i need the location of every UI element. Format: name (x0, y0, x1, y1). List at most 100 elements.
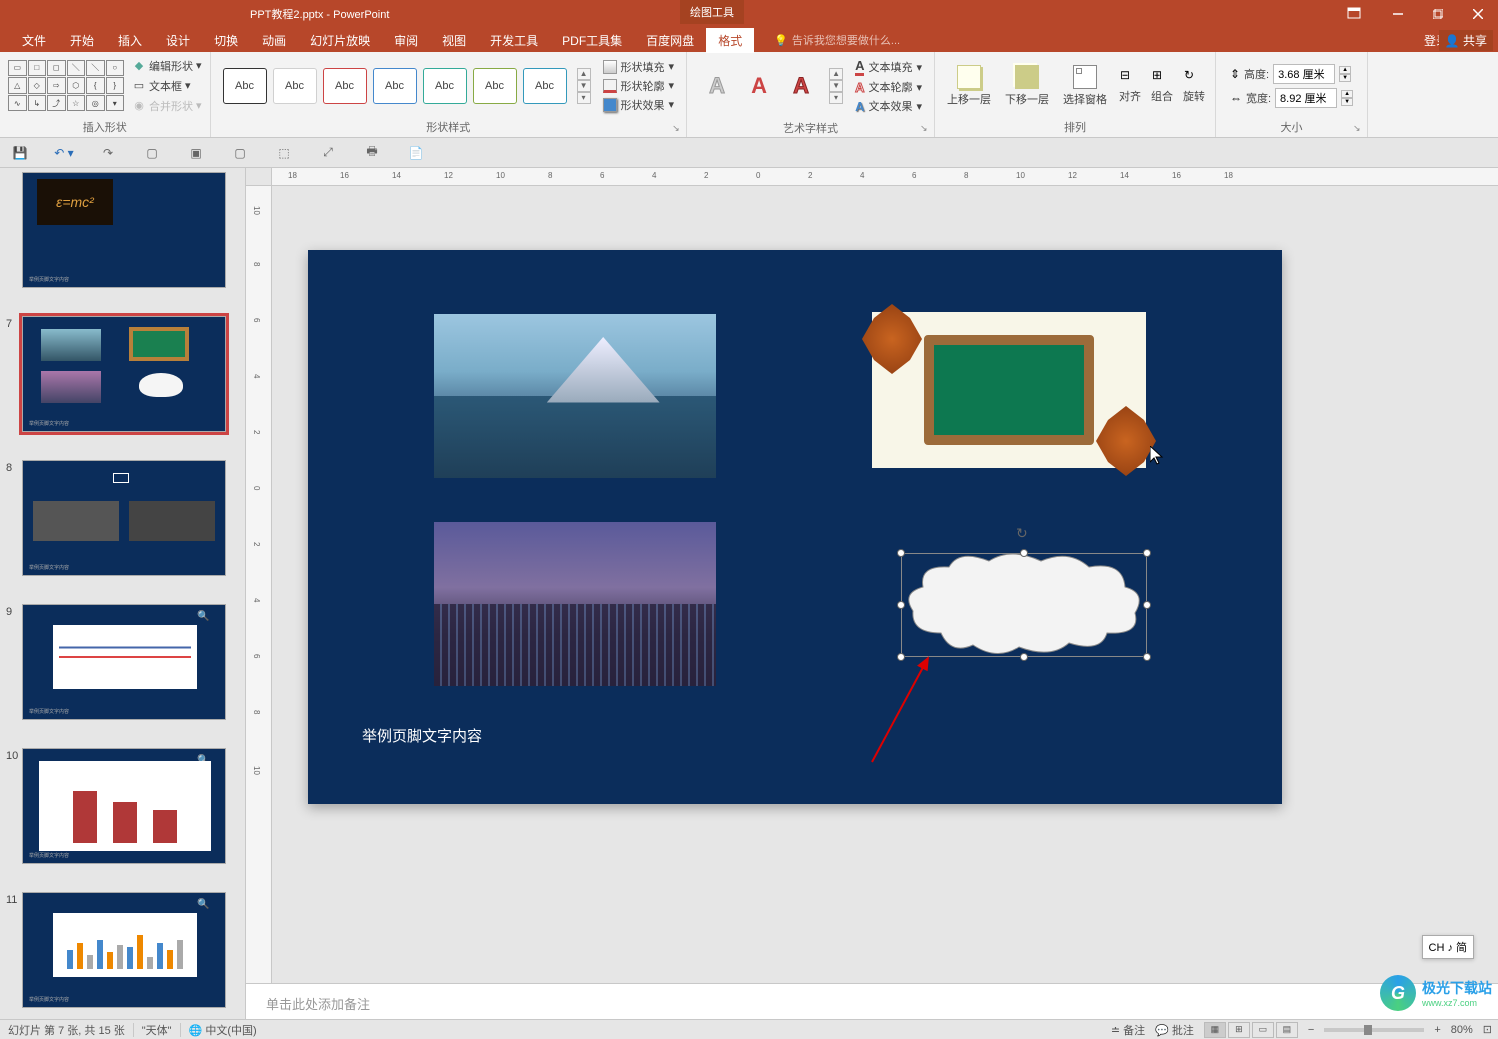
tab-format[interactable]: 格式 (706, 28, 754, 53)
tab-insert[interactable]: 插入 (106, 28, 154, 53)
text-box-button[interactable]: ▭文本框 ▾ (130, 77, 204, 95)
close-button[interactable] (1458, 0, 1498, 28)
shape-line2-icon[interactable]: ＼ (86, 60, 105, 77)
thumbnail-slide-10[interactable]: 10 🔍 举例页脚文字内容 (0, 744, 245, 888)
shape-rect-icon[interactable]: □ (28, 60, 47, 77)
tab-baidu[interactable]: 百度网盘 (634, 28, 706, 53)
slide-thumbnail-panel[interactable]: ε=mc² 举例页脚文字内容 7 举例页脚文字内容 8 举例页脚文字内容 9 🔍… (0, 168, 246, 1019)
bring-forward-button[interactable]: 上移一层 (941, 61, 997, 111)
ruler-horizontal[interactable]: 18161412108642024681012141618 (246, 168, 1498, 186)
thumbnail-slide-7[interactable]: 7 举例页脚文字内容 (0, 312, 245, 456)
ruler-vertical[interactable]: 1086420246810 (246, 186, 272, 983)
shape-brace2-icon[interactable]: } (106, 77, 125, 94)
selected-cloud-shape[interactable]: ↻ (901, 553, 1147, 657)
wordart-swatch-2[interactable]: A (741, 68, 777, 104)
shape-hex-icon[interactable]: ⬡ (67, 77, 86, 94)
tab-home[interactable]: 开始 (58, 28, 106, 53)
style-swatch-2[interactable]: Abc (273, 68, 317, 104)
qat-btn-5[interactable]: ▣ (186, 143, 206, 163)
resize-handle-nw[interactable] (897, 549, 905, 557)
qat-btn-8[interactable]: ⤢ (318, 143, 338, 163)
slide-workspace[interactable]: ↻ (272, 186, 1498, 983)
edit-shape-button[interactable]: ◆编辑形状 ▾ (130, 57, 204, 75)
restore-button[interactable] (1418, 0, 1458, 28)
qat-btn-6[interactable]: ▢ (230, 143, 250, 163)
rotate-button[interactable]: ↻旋转 (1179, 64, 1209, 108)
thumbnail-slide-8[interactable]: 8 举例页脚文字内容 (0, 456, 245, 600)
style-swatch-6[interactable]: Abc (473, 68, 517, 104)
share-button[interactable]: 👤 共享 (1439, 30, 1493, 51)
wordart-gallery[interactable]: A A A ▲▼▾ (693, 60, 849, 112)
thumbnail-slide-9[interactable]: 9 🔍 举例页脚文字内容 (0, 600, 245, 744)
tab-file[interactable]: 文件 (10, 28, 58, 53)
ime-badge[interactable]: CH ♪ 简 (1422, 935, 1475, 959)
shape-arrow-icon[interactable]: ⇨ (47, 77, 66, 94)
tab-developer[interactable]: 开发工具 (478, 28, 550, 53)
qat-redo-button[interactable]: ↷ (98, 143, 118, 163)
width-input[interactable]: 8.92 厘米 (1275, 88, 1337, 108)
zoom-out-button[interactable]: − (1308, 1024, 1314, 1036)
tab-pdf-tools[interactable]: PDF工具集 (550, 28, 634, 53)
shape-more-icon[interactable]: ▾ (106, 95, 125, 112)
height-input[interactable]: 3.68 厘米 (1273, 64, 1335, 84)
view-reading-button[interactable]: ▭ (1252, 1022, 1274, 1038)
view-sorter-button[interactable]: ⊞ (1228, 1022, 1250, 1038)
shape-effects-button[interactable]: 形状效果 ▾ (603, 97, 675, 113)
shape-outline-button[interactable]: 形状轮廓 ▾ (603, 78, 675, 94)
resize-handle-n[interactable] (1020, 549, 1028, 557)
image-chalkboard[interactable] (872, 312, 1146, 468)
image-cityscape[interactable] (434, 522, 716, 686)
tab-transitions[interactable]: 切换 (202, 28, 250, 53)
resize-handle-s[interactable] (1020, 653, 1028, 661)
image-mountain[interactable] (434, 314, 716, 478)
ribbon-display-options-button[interactable] (1340, 0, 1368, 28)
slide-footer-text[interactable]: 举例页脚文字内容 (362, 725, 482, 746)
tell-me-search[interactable]: 告诉我您想要做什么... (774, 32, 900, 48)
tab-animations[interactable]: 动画 (250, 28, 298, 53)
resize-handle-se[interactable] (1143, 653, 1151, 661)
align-button[interactable]: ⊟对齐 (1115, 64, 1145, 108)
view-normal-button[interactable]: ▦ (1204, 1022, 1226, 1038)
shape-textbox-icon[interactable]: ▭ (8, 60, 27, 77)
view-slideshow-button[interactable]: ▤ (1276, 1022, 1298, 1038)
qat-undo-button[interactable]: ↶ ▾ (54, 143, 74, 163)
status-language[interactable]: 🌐 中文(中国) (189, 1022, 257, 1038)
resize-handle-w[interactable] (897, 601, 905, 609)
height-spinner[interactable]: ▲▼ (1339, 66, 1351, 82)
shape-styles-dialog-launcher[interactable]: ↘ (672, 123, 684, 135)
shape-star-icon[interactable]: ☆ (67, 95, 86, 112)
zoom-slider[interactable] (1324, 1028, 1424, 1032)
qat-btn-9[interactable]: 🖶 (362, 143, 382, 163)
status-slide-info[interactable]: 幻灯片 第 7 张, 共 15 张 (8, 1022, 125, 1038)
group-button[interactable]: ⊞组合 (1147, 64, 1177, 108)
rotation-handle[interactable]: ↻ (1016, 525, 1032, 541)
status-notes-button[interactable]: ≐ 备注 (1111, 1022, 1145, 1038)
zoom-in-button[interactable]: + (1434, 1024, 1440, 1036)
send-backward-button[interactable]: 下移一层 (999, 61, 1055, 111)
shapes-gallery[interactable]: ▭ □ ◻ ＼ ＼ ○ △ ◇ ⇨ ⬡ { } ∿ ↳ ⤴ ☆ ◎ ▾ (6, 58, 126, 114)
wordart-swatch-3[interactable]: A (783, 68, 819, 104)
fit-to-window-button[interactable]: ⊡ (1483, 1023, 1492, 1036)
wordart-gallery-scroll[interactable]: ▲▼▾ (829, 68, 843, 104)
style-swatch-1[interactable]: Abc (223, 68, 267, 104)
qat-btn-10[interactable]: 📄 (406, 143, 426, 163)
shape-triangle-icon[interactable]: △ (8, 77, 27, 94)
gallery-scroll[interactable]: ▲▼▾ (577, 68, 591, 104)
width-spinner[interactable]: ▲▼ (1341, 90, 1353, 106)
resize-handle-ne[interactable] (1143, 549, 1151, 557)
shape-line-icon[interactable]: ＼ (67, 60, 86, 77)
qat-slideshow-button[interactable]: ▢ (142, 143, 162, 163)
text-effects-button[interactable]: A文本效果 ▾ (855, 98, 922, 114)
style-swatch-3[interactable]: Abc (323, 68, 367, 104)
shape-roundrect-icon[interactable]: ◻ (47, 60, 66, 77)
qat-save-button[interactable]: 💾 (10, 143, 30, 163)
tab-design[interactable]: 设计 (154, 28, 202, 53)
shape-curve-icon[interactable]: ∿ (8, 95, 27, 112)
qat-btn-7[interactable]: ⬚ (274, 143, 294, 163)
resize-handle-e[interactable] (1143, 601, 1151, 609)
style-swatch-7[interactable]: Abc (523, 68, 567, 104)
zoom-level[interactable]: 80% (1451, 1024, 1473, 1036)
shape-brace-icon[interactable]: { (86, 77, 105, 94)
style-swatch-5[interactable]: Abc (423, 68, 467, 104)
notes-pane[interactable]: 单击此处添加备注 (246, 983, 1498, 1019)
